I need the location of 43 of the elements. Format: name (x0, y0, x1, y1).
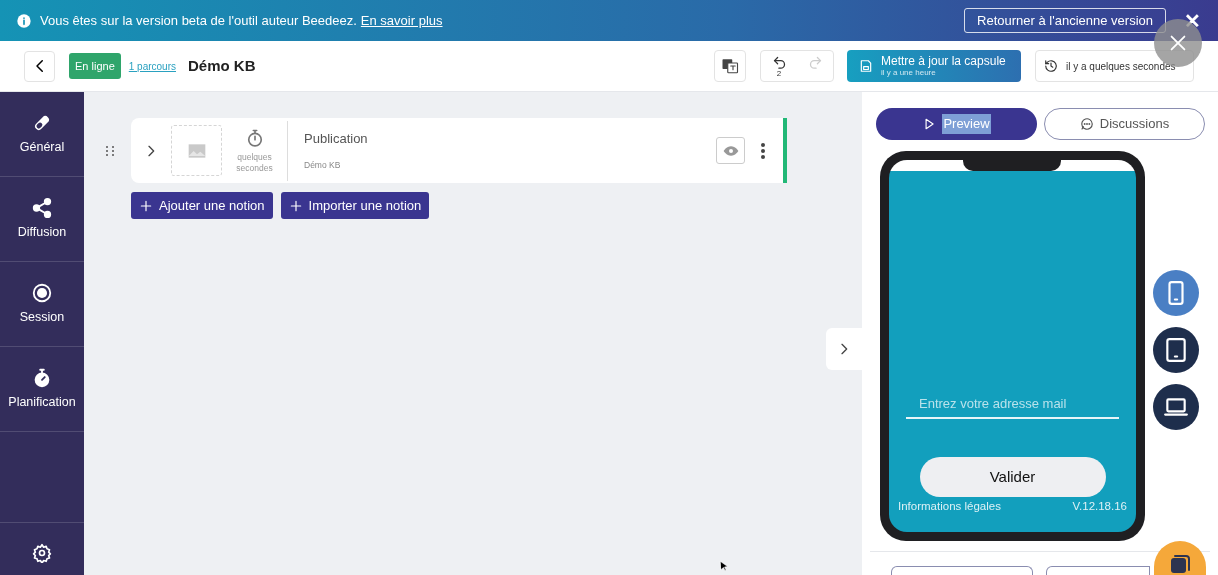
sidebar-item[interactable]: Diffusion (0, 177, 84, 262)
undo-button[interactable]: 2 (761, 54, 797, 78)
translate-icon (721, 57, 739, 75)
validate-button[interactable]: Valider (919, 457, 1106, 497)
sidebar-item[interactable]: Planification (0, 347, 84, 432)
notion-title: Publication (304, 130, 369, 149)
learn-more-link[interactable]: En savoir plus (360, 10, 443, 31)
banner-message: Vous êtes sur la version beta de l'outil auteur Beedeez. (40, 11, 357, 30)
duration-text: quelques secondes (235, 151, 274, 174)
undo-icon (771, 54, 787, 70)
version-text: V.12.18.16 (1072, 499, 1127, 514)
plus-icon (288, 198, 303, 213)
chat-icon (1079, 117, 1094, 131)
add-button[interactable]: Importer une notion (280, 192, 430, 219)
settings-icon (32, 543, 52, 563)
translate-button[interactable] (714, 50, 746, 82)
cursor-icon (718, 558, 730, 574)
device-button[interactable] (1153, 327, 1199, 373)
info-icon (16, 12, 32, 29)
chat-icon (1168, 553, 1192, 575)
old-version-button[interactable]: Retourner à l'ancienne version (964, 8, 1166, 33)
status-badge: En ligne (69, 52, 121, 80)
capsule-title: Démo KB (188, 55, 256, 76)
save-time: il y a une heure (881, 69, 936, 77)
save-button[interactable]: Mettre à jour la capsule il y a une heure (847, 50, 1021, 82)
history-icon (1044, 59, 1058, 73)
plus-icon (139, 198, 153, 213)
record-icon (31, 281, 53, 304)
sidebar-item[interactable]: Général (0, 92, 84, 177)
share-icon (31, 196, 53, 219)
save-icon (859, 59, 873, 73)
visibility-button[interactable] (716, 137, 745, 164)
notion-subtitle: Démo KB (304, 158, 342, 172)
device-button[interactable] (1153, 384, 1199, 430)
sidebar-item[interactable]: Session (0, 262, 84, 347)
back-button[interactable] (24, 50, 55, 82)
redo-icon (807, 54, 823, 70)
email-field[interactable]: Entrez votre adresse mail (906, 389, 1119, 419)
undo-count: 2 (776, 69, 782, 78)
tablet-icon (1163, 337, 1189, 363)
save-label: Mettre à jour la capsule (881, 55, 1006, 67)
close-banner-button[interactable]: ✕ (1182, 10, 1202, 31)
add-button[interactable]: Ajouter une notion (131, 192, 273, 219)
